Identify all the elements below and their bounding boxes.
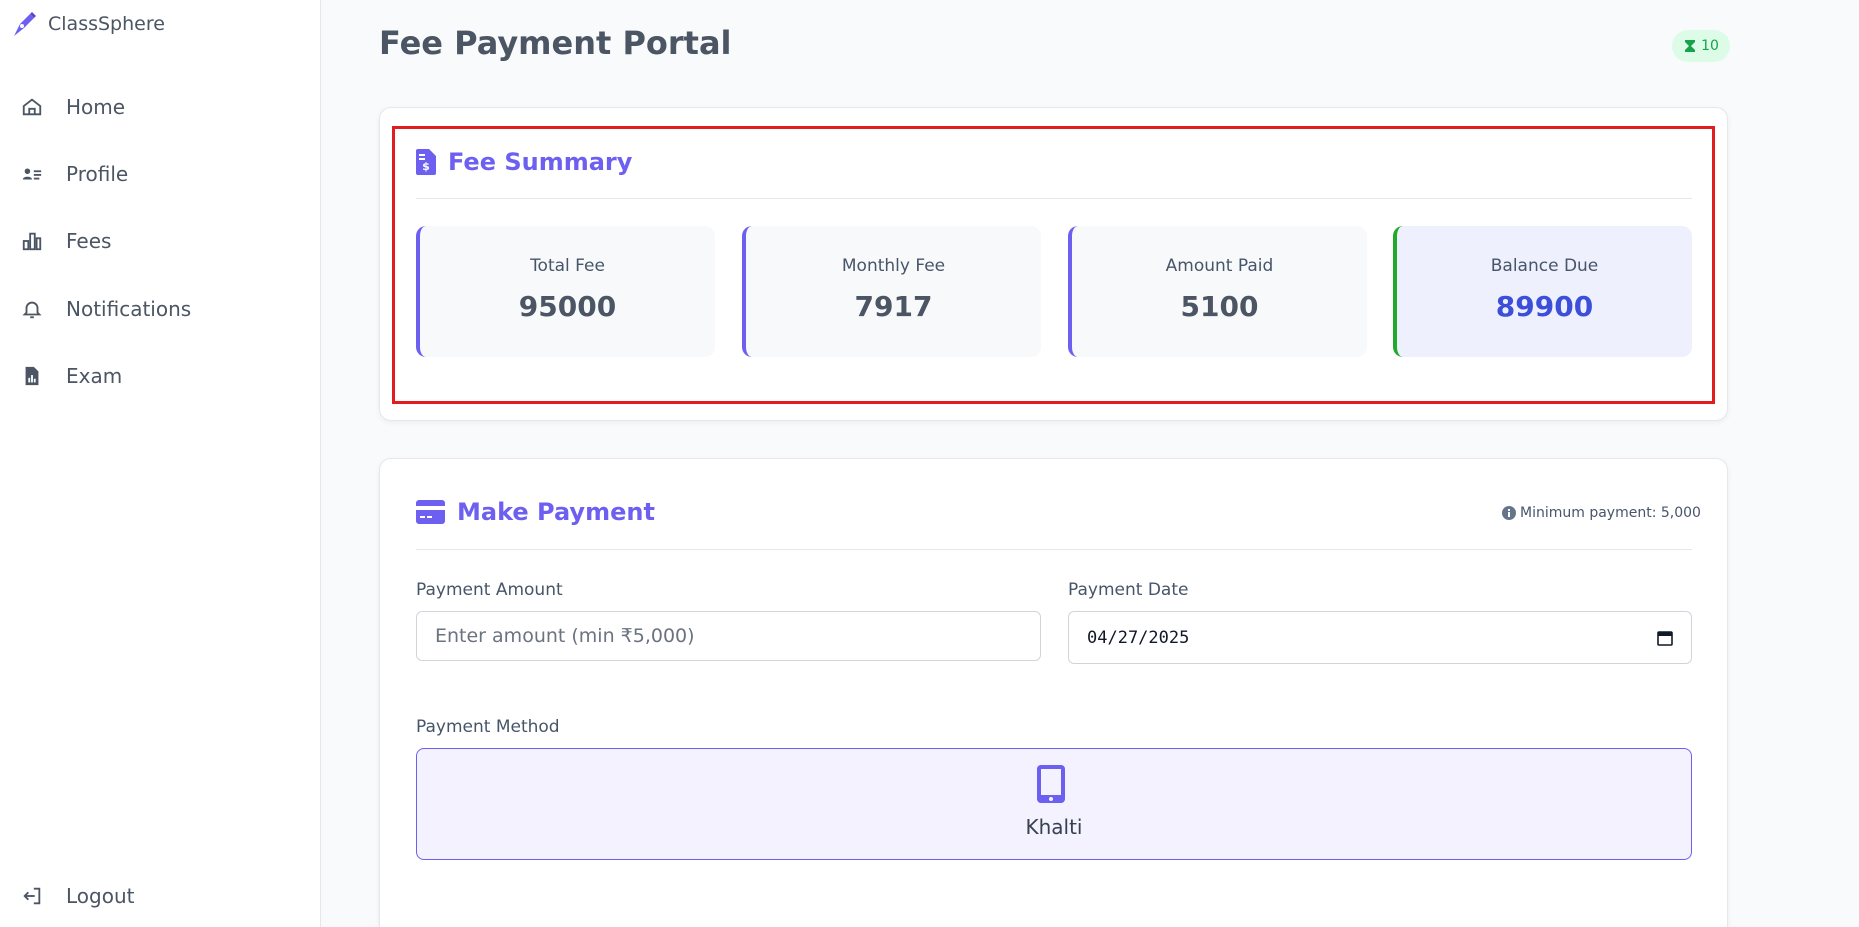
sidebar-item-fees[interactable]: Fees	[20, 223, 111, 259]
sidebar-item-label: Notifications	[66, 297, 192, 321]
sidebar-item-notifications[interactable]: Notifications	[20, 291, 191, 327]
payment-method-khalti[interactable]: Khalti	[416, 748, 1692, 860]
logout-icon	[20, 884, 44, 908]
payment-amount-input[interactable]: Enter amount (min ₹5,000)	[416, 611, 1041, 661]
sidebar: ClassSphere Home Profile Fees Notificati…	[0, 0, 321, 927]
app-name: ClassSphere	[48, 13, 165, 35]
invoice-icon: $	[416, 149, 436, 175]
bell-icon	[20, 297, 44, 321]
divider	[416, 549, 1692, 550]
page-title: Fee Payment Portal	[379, 24, 732, 62]
fee-summary-title: Fee Summary	[448, 148, 633, 176]
calendar-icon[interactable]	[1657, 630, 1673, 646]
min-payment-text: Minimum payment: 5,000	[1520, 505, 1701, 521]
credit-card-icon	[416, 500, 445, 524]
stat-balance-due: Balance Due 89900	[1393, 226, 1692, 357]
payment-date-input[interactable]: 04/27/2025	[1068, 611, 1692, 664]
stat-value: 7917	[854, 290, 933, 323]
payment-amount-label: Payment Amount	[416, 580, 563, 600]
sidebar-item-label: Home	[66, 95, 126, 119]
sidebar-item-label: Fees	[66, 229, 112, 253]
stat-amount-paid: Amount Paid 5100	[1068, 226, 1367, 357]
date-value: 04/27/2025	[1087, 627, 1190, 648]
make-payment-title: Make Payment	[457, 498, 655, 526]
stat-label: Amount Paid	[1165, 256, 1274, 276]
stat-monthly-fee: Monthly Fee 7917	[742, 226, 1041, 357]
pen-logo-icon	[14, 12, 36, 36]
payment-method-label: Payment Method	[416, 717, 560, 737]
stat-value: 5100	[1180, 290, 1259, 323]
min-payment-note: Minimum payment: 5,000	[1502, 505, 1701, 521]
status-badge[interactable]: 10	[1672, 30, 1730, 62]
payment-date-label: Payment Date	[1068, 580, 1189, 600]
make-payment-header: Make Payment	[416, 498, 655, 526]
amount-placeholder: Enter amount (min ₹5,000)	[435, 625, 695, 647]
hourglass-icon	[1685, 40, 1696, 52]
profile-icon	[20, 162, 44, 186]
home-icon	[20, 95, 44, 119]
stat-value: 95000	[518, 290, 617, 323]
divider	[416, 198, 1692, 199]
info-icon	[1502, 506, 1516, 520]
stat-total-fee: Total Fee 95000	[416, 226, 715, 357]
stat-label: Monthly Fee	[841, 256, 946, 276]
sidebar-item-label: Exam	[66, 364, 123, 388]
stat-value: 89900	[1495, 290, 1594, 323]
stat-label: Total Fee	[530, 256, 605, 276]
brand[interactable]: ClassSphere	[10, 10, 165, 38]
svg-text:$: $	[422, 160, 430, 173]
payment-method-name: Khalti	[1025, 815, 1083, 839]
document-chart-icon	[20, 364, 44, 388]
stat-label: Balance Due	[1490, 256, 1599, 276]
fee-summary-header: $ Fee Summary	[416, 148, 632, 176]
mobile-phone-icon	[1037, 765, 1065, 803]
sidebar-item-home[interactable]: Home	[20, 89, 125, 125]
sidebar-item-exam[interactable]: Exam	[20, 358, 122, 394]
sidebar-item-profile[interactable]: Profile	[20, 156, 128, 192]
logout-button[interactable]: Logout	[20, 878, 134, 914]
bar-chart-icon	[20, 229, 44, 253]
logout-label: Logout	[66, 884, 135, 908]
sidebar-item-label: Profile	[66, 162, 129, 186]
badge-count: 10	[1701, 38, 1719, 54]
